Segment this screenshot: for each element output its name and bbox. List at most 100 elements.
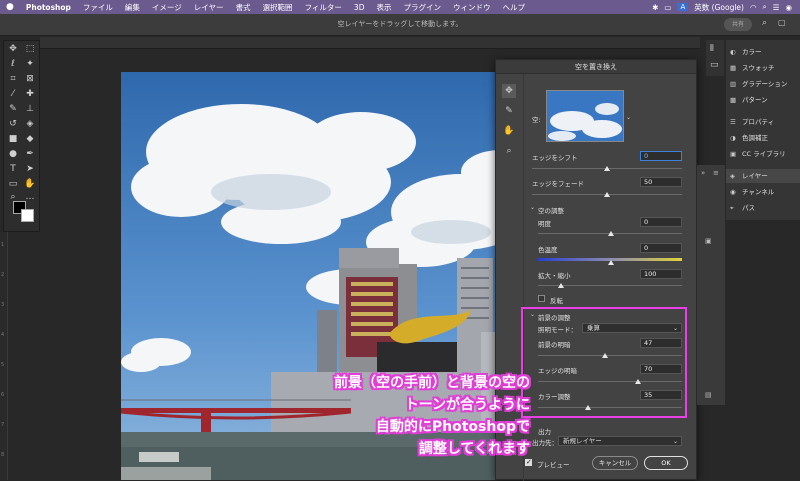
apple-menu-icon[interactable]: ●	[0, 2, 20, 12]
input-method-icon[interactable]: A	[677, 3, 689, 11]
workspace-icon[interactable]: ▢	[778, 18, 786, 27]
shape-tool-icon[interactable]: ▭	[7, 178, 19, 190]
temperature-slider-thumb[interactable]	[608, 260, 614, 265]
control-center-icon[interactable]: ☰	[773, 3, 780, 12]
frame-tool-icon[interactable]: ⊠	[24, 73, 36, 85]
panel-gradients[interactable]: ▥ グラデーション	[730, 77, 787, 91]
gradient-icon: ▥	[730, 80, 737, 88]
menu-plugins[interactable]: プラグイン	[397, 2, 447, 13]
crop-tool-icon[interactable]: ⌗	[7, 73, 19, 85]
brightness-slider-thumb[interactable]	[608, 231, 614, 236]
sky-preset-thumbnail[interactable]	[546, 90, 624, 142]
swatches-icon: ▦	[730, 64, 737, 72]
panel-adjustments[interactable]: ◑ 色調補正	[730, 131, 768, 145]
panel-label: カラー	[742, 48, 762, 56]
ok-button[interactable]: OK	[644, 456, 688, 470]
lock-icon[interactable]: ▣	[705, 237, 712, 245]
edge-shift-field[interactable]: 0	[640, 151, 682, 161]
artboard-tool-icon[interactable]: ⬚	[24, 43, 36, 55]
panel-menu-icon[interactable]: ≡	[713, 169, 719, 177]
panel-patterns[interactable]: ▩ パターン	[730, 93, 768, 107]
ruler-label: 1	[1, 242, 5, 248]
eyedropper-tool-icon[interactable]: ⁄	[7, 88, 19, 100]
cancel-button[interactable]: キャンセル	[592, 456, 638, 470]
share-button[interactable]: 共有	[724, 18, 752, 31]
dodge-tool-icon[interactable]: ●	[7, 148, 19, 160]
search-icon[interactable]: ⌕	[762, 18, 767, 28]
magic-wand-tool-icon[interactable]: ✦	[24, 58, 36, 70]
output-header: 出力	[538, 428, 551, 436]
blur-tool-icon[interactable]: ◆	[24, 133, 36, 145]
zoom-tool-icon[interactable]: ⌕	[502, 144, 516, 158]
edge-shift-label: エッジをシフト	[532, 154, 578, 162]
wifi-icon[interactable]: ◠	[750, 3, 757, 12]
stamp-tool-icon[interactable]: ⊥	[24, 103, 36, 115]
panel-layers[interactable]: ◈ レイヤー	[726, 169, 800, 183]
menu-edit[interactable]: 編集	[119, 2, 146, 13]
input-method-label[interactable]: 英数 (Google)	[694, 2, 744, 13]
panel-collapse-icon[interactable]: »	[701, 169, 705, 177]
brush-tool-icon[interactable]: ✎	[7, 103, 19, 115]
menu-window[interactable]: ウィンドウ	[447, 2, 497, 13]
menu-file[interactable]: ファイル	[77, 2, 119, 13]
output-to-select[interactable]: 新規レイヤー ⌄	[558, 436, 682, 446]
scale-slider-thumb[interactable]	[558, 283, 564, 288]
panel-paths[interactable]: ⌖ パス	[730, 201, 755, 215]
menu-3d[interactable]: 3D	[348, 3, 371, 12]
panel-color[interactable]: ◐ カラー	[730, 45, 762, 59]
flip-checkbox[interactable]	[538, 295, 545, 302]
comments-icon[interactable]: ▭	[710, 60, 719, 70]
channels-icon: ◉	[730, 188, 736, 196]
sky-move-tool-icon[interactable]: ✥	[502, 84, 516, 98]
annotation-caption: 前景（空の手前）と背景の空の トーンが合うように 自動的にPhotoshopで …	[250, 372, 530, 460]
menu-type[interactable]: 書式	[230, 2, 257, 13]
siri-icon[interactable]: ◉	[785, 3, 792, 12]
trash-icon[interactable]: ▤	[705, 391, 712, 399]
eraser-tool-icon[interactable]: ◈	[24, 118, 36, 130]
bluetooth-icon[interactable]: ✱	[652, 3, 658, 12]
edge-fade-slider-thumb[interactable]	[604, 192, 610, 197]
battery-icon[interactable]: ▭	[664, 3, 671, 12]
brightness-label: 明度	[538, 220, 551, 228]
document-tabs	[40, 37, 700, 49]
menu-help[interactable]: ヘルプ	[496, 2, 531, 13]
dialog-title: 空を置き換え	[496, 60, 696, 74]
panel-cc-libraries[interactable]: ▣ CC ライブラリ	[730, 147, 786, 161]
menu-image[interactable]: イメージ	[146, 2, 188, 13]
sky-adjust-collapse-icon[interactable]: ⌄	[530, 204, 535, 211]
menu-layer[interactable]: レイヤー	[188, 2, 230, 13]
history-brush-tool-icon[interactable]: ↺	[7, 118, 19, 130]
sky-brush-tool-icon[interactable]: ✎	[502, 104, 516, 118]
temperature-field[interactable]: 0	[640, 243, 682, 253]
menu-filter[interactable]: フィルター	[299, 2, 348, 13]
menu-view[interactable]: 表示	[370, 2, 397, 13]
search-icon[interactable]: ⌕	[763, 2, 767, 12]
healing-brush-tool-icon[interactable]: ✚	[24, 88, 36, 100]
edge-shift-slider-thumb[interactable]	[604, 166, 610, 171]
type-tool-icon[interactable]: T	[7, 163, 19, 175]
edge-fade-field[interactable]: 50	[640, 177, 682, 187]
panel-properties[interactable]: ☰ プロパティ	[730, 115, 774, 129]
scale-field[interactable]: 100	[640, 269, 682, 279]
preview-label: プレビュー	[537, 461, 570, 469]
pen-tool-icon[interactable]: ✒	[24, 148, 36, 160]
move-tool-icon[interactable]: ✥	[7, 43, 19, 55]
libraries-icon[interactable]: ⫴	[710, 44, 714, 54]
path-selection-tool-icon[interactable]: ➤	[24, 163, 36, 175]
properties-icon: ☰	[730, 118, 736, 126]
output-to-value: 新規レイヤー	[563, 437, 602, 445]
hand-tool-icon[interactable]: ✋	[502, 124, 516, 138]
background-color-swatch[interactable]	[21, 209, 34, 222]
preview-checkbox[interactable]	[525, 458, 532, 466]
hand-tool-icon[interactable]: ✋	[24, 178, 36, 190]
lasso-tool-icon[interactable]: ℓ	[7, 58, 19, 70]
brightness-field[interactable]: 0	[640, 217, 682, 227]
gradient-tool-icon[interactable]: ■	[7, 133, 19, 145]
menu-select[interactable]: 選択範囲	[257, 2, 299, 13]
panel-channels[interactable]: ◉ チャンネル	[730, 185, 774, 199]
layers-icon: ◈	[730, 172, 735, 180]
app-menu[interactable]: Photoshop	[20, 3, 77, 12]
panel-swatches[interactable]: ▦ スウォッチ	[730, 61, 775, 75]
options-hint: 空レイヤーをドラッグして移動します。	[337, 20, 463, 28]
sky-preset-dropdown-icon[interactable]: ⌄	[626, 114, 631, 121]
